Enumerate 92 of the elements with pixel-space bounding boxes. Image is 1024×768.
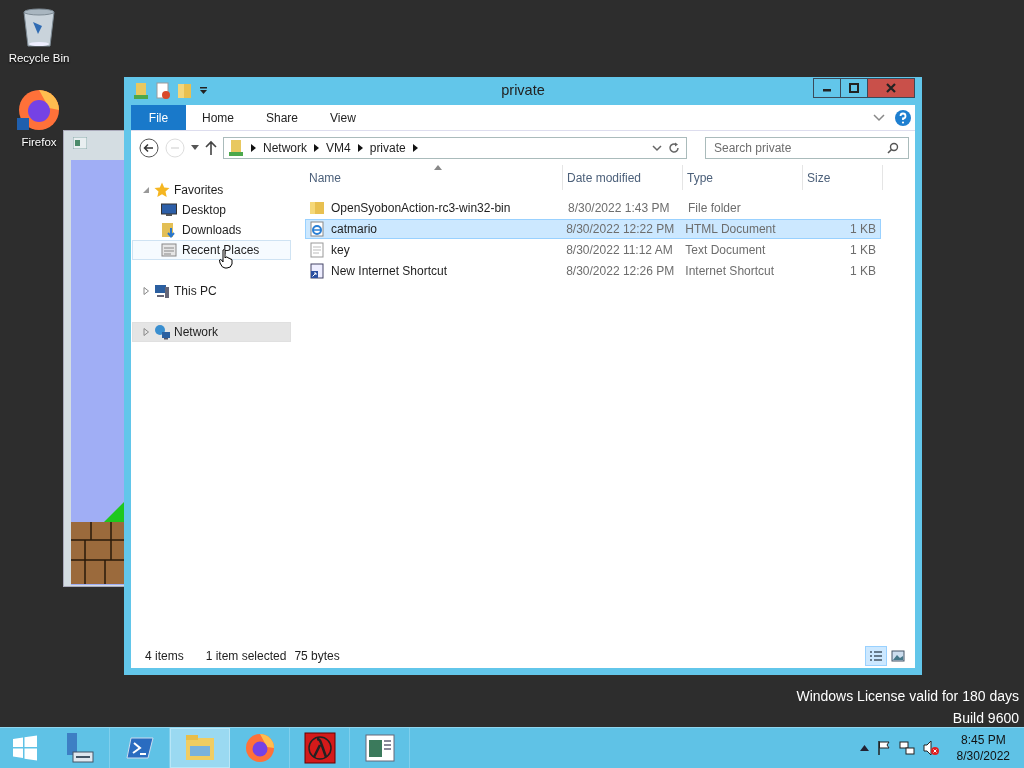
table-cell-text: File folder — [687, 201, 742, 215]
file-name: OpenSyobonAction-rc3-win32-bin — [331, 201, 511, 215]
file-name: catmario — [331, 222, 377, 236]
table-cell-text: 8/30/2022 11:12 AM — [565, 243, 674, 257]
column-header[interactable]: Name — [305, 165, 563, 190]
file-row[interactable]: New Internet Shortcut 8/30/2022 12:26 PM Internet Shortcut 1 KB — [305, 261, 881, 281]
clock[interactable]: 8:45 PM 8/30/2022 — [956, 732, 1010, 764]
nav-item[interactable]: Desktop — [132, 200, 291, 220]
window-title: private — [501, 82, 545, 98]
desktop-icon-label[interactable]: Recycle Bin — [8, 52, 70, 64]
table-cell-text: 1 KB — [849, 264, 877, 278]
nav-item[interactable]: Favorites — [132, 180, 291, 200]
expand-arrow-icon[interactable] — [142, 287, 150, 295]
search-icon — [887, 142, 899, 154]
window-icon — [73, 137, 87, 149]
table-cell-text: Internet Shortcut — [684, 264, 776, 278]
shortcut-icon — [309, 263, 325, 279]
expand-arrow-icon[interactable] — [142, 328, 150, 336]
recent-places-icon — [161, 242, 177, 258]
chevron-icon[interactable] — [412, 144, 418, 152]
flag-icon[interactable] — [876, 740, 891, 756]
table-cell-text: 8/30/2022 12:22 PM — [565, 222, 676, 236]
properties-icon[interactable] — [155, 82, 171, 100]
show-hidden-icons-icon[interactable] — [859, 745, 869, 751]
window-icon — [364, 734, 395, 762]
chevron-icon[interactable] — [314, 144, 319, 152]
breadcrumb[interactable]: VM4 — [326, 141, 351, 155]
chevron-icon[interactable] — [251, 144, 256, 152]
column-header[interactable]: Size — [803, 165, 883, 190]
file-row[interactable]: key 8/30/2022 11:12 AM Text Document 1 KB — [305, 240, 881, 260]
desktop-icon — [161, 203, 177, 217]
network-icon[interactable] — [898, 740, 915, 756]
table-cell-text: Text Document — [684, 243, 767, 257]
expand-arrow-icon[interactable] — [142, 186, 150, 194]
file-name: key — [331, 243, 350, 257]
sort-arrow-icon — [433, 165, 442, 170]
table-cell-text: 8/30/2022 12:26 PM — [565, 264, 676, 278]
terminal-icon — [125, 736, 154, 760]
nav-item[interactable]: Network — [132, 322, 291, 342]
back-icon[interactable] — [139, 138, 159, 158]
close-icon — [886, 83, 896, 93]
minimize-button[interactable] — [813, 78, 841, 98]
lambda-icon — [303, 732, 336, 764]
breadcrumb[interactable]: private — [369, 141, 406, 155]
picture-view-icon — [891, 650, 905, 662]
refresh-icon[interactable] — [668, 142, 680, 154]
breadcrumb[interactable]: Network — [263, 141, 307, 155]
column-header[interactable]: Date modified — [563, 165, 683, 190]
star-icon — [154, 182, 170, 198]
nav-item[interactable]: This PC — [132, 281, 291, 301]
recycle-bin-icon[interactable] — [20, 6, 58, 50]
dropdown-icon[interactable] — [652, 144, 662, 152]
item-count: 4 items — [145, 649, 184, 663]
column-header[interactable]: Type — [683, 165, 803, 190]
file-row[interactable]: catmario 8/30/2022 12:22 PM HTML Document 1 KB — [305, 219, 881, 239]
computer-icon — [154, 283, 170, 299]
file-name: New Internet Shortcut — [331, 264, 448, 278]
muted-speaker-icon[interactable] — [922, 740, 939, 756]
file-row[interactable]: OpenSyobonAction-rc3-win32-bin 8/30/2022 1:43 PM File folder — [305, 198, 881, 218]
dropdown-icon[interactable] — [199, 86, 208, 96]
maximize-button[interactable] — [840, 78, 868, 98]
help-icon[interactable] — [895, 109, 911, 126]
details-view-button[interactable] — [865, 646, 887, 666]
folder-icon — [309, 200, 325, 216]
firefox-icon — [243, 732, 276, 764]
downloads-icon — [161, 222, 177, 238]
network-folder-icon — [228, 139, 244, 157]
network-icon — [154, 324, 170, 340]
table-cell-text: 1 KB — [849, 222, 877, 236]
recent-locations-icon[interactable] — [191, 145, 199, 151]
table-cell-text: 1 KB — [849, 243, 877, 257]
windows-logo-icon — [12, 735, 38, 761]
nav-item[interactable]: Downloads — [132, 220, 291, 240]
selection-size: 75 bytes — [294, 649, 340, 663]
watermark-text: Windows License valid for 180 days — [796, 687, 1019, 706]
table-cell-text: HTML Document — [684, 222, 777, 236]
watermark-text: Build 9600 — [952, 709, 1019, 728]
search-field[interactable]: Search private — [705, 137, 909, 159]
maximize-icon — [849, 83, 859, 93]
expand-ribbon-icon[interactable] — [873, 113, 885, 122]
selection-info: 1 item selected — [205, 649, 287, 663]
desktop-icon-label[interactable]: Firefox — [21, 136, 57, 148]
table-cell-text: 8/30/2022 1:43 PM — [567, 201, 671, 215]
forward-icon — [165, 138, 185, 158]
file-tab[interactable]: File — [131, 105, 186, 130]
details-view-icon — [869, 650, 883, 662]
chevron-icon[interactable] — [357, 144, 363, 152]
up-icon[interactable] — [205, 140, 217, 156]
address-bar[interactable]: Network VM4 private — [223, 137, 687, 159]
web-document-icon — [309, 221, 325, 237]
text-file-icon — [309, 242, 325, 258]
folder-icon — [184, 734, 216, 762]
